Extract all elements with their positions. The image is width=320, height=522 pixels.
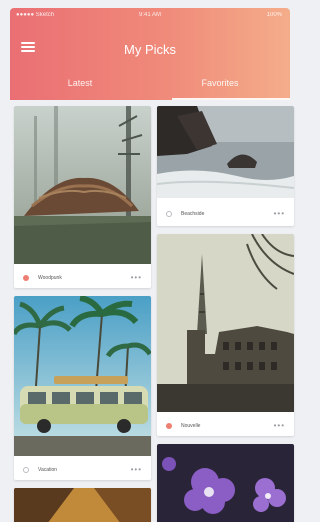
more-options-icon[interactable]: ••• (131, 273, 142, 282)
photo-sunset[interactable] (14, 488, 151, 522)
photo-card-woodpunk[interactable]: Woodpunk ••• (14, 106, 151, 288)
card-label: Nouvelle (181, 423, 201, 429)
favorite-icon[interactable] (166, 423, 172, 429)
card-footer: Beachside ••• (157, 204, 294, 224)
photo-card-partial-right[interactable] (157, 444, 294, 522)
tab-favorites[interactable]: Favorites (150, 78, 290, 88)
app-header: ●●●●● Sketch 9:41 AM 100% My Picks Lates… (10, 8, 290, 100)
card-label: Woodpunk (38, 275, 62, 281)
status-bar: ●●●●● Sketch 9:41 AM 100% (10, 8, 290, 24)
photo-nouvelle[interactable] (157, 234, 294, 412)
more-options-icon[interactable]: ••• (274, 421, 285, 430)
page-title: My Picks (124, 42, 176, 57)
favorite-icon[interactable] (23, 275, 29, 281)
card-footer: Vacation ••• (14, 460, 151, 480)
tab-latest[interactable]: Latest (10, 78, 150, 88)
card-footer: Nouvelle ••• (157, 416, 294, 436)
photo-woodpunk[interactable] (14, 106, 151, 264)
favorite-icon[interactable] (23, 467, 29, 473)
photo-card-beachside[interactable]: Beachside ••• (157, 106, 294, 226)
card-label: Beachside (181, 211, 205, 217)
photo-beachside[interactable] (157, 106, 294, 198)
photo-flowers[interactable] (157, 444, 294, 522)
active-tab-indicator (172, 98, 290, 100)
photo-vacation[interactable] (14, 296, 151, 456)
battery-label: 100% (266, 12, 282, 18)
card-label: Vacation (38, 467, 58, 473)
photo-card-vacation[interactable]: Vacation ••• (14, 296, 151, 480)
photo-card-partial-left[interactable] (14, 488, 151, 522)
favorite-icon[interactable] (166, 211, 172, 217)
clock-label: 9:41 AM (138, 12, 161, 18)
photo-card-nouvelle[interactable]: Nouvelle ••• (157, 234, 294, 436)
more-options-icon[interactable]: ••• (131, 465, 142, 474)
more-options-icon[interactable]: ••• (274, 209, 285, 218)
card-footer: Woodpunk ••• (14, 268, 151, 288)
